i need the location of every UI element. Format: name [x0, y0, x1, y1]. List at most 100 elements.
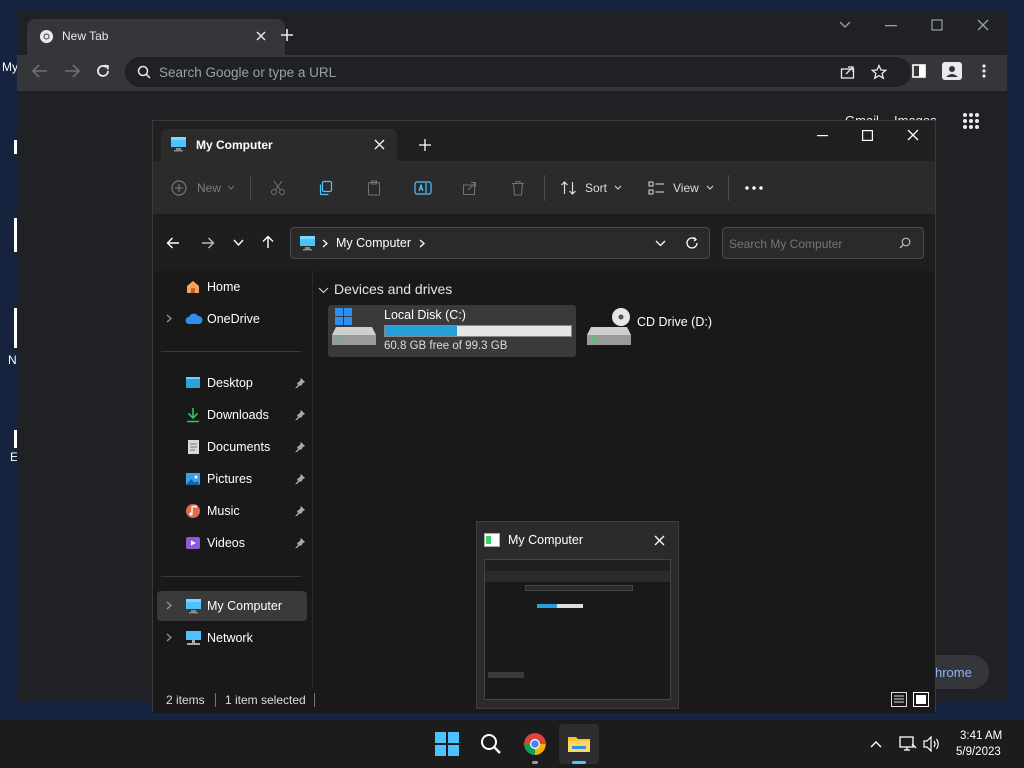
view-list-icon — [648, 181, 664, 195]
desktop-icon-label-my[interactable]: My — [2, 60, 18, 74]
sort-label: Sort — [585, 181, 608, 195]
preview-title: My Computer — [508, 533, 584, 547]
forward-icon[interactable] — [64, 64, 80, 78]
close-tab-icon[interactable] — [374, 139, 385, 150]
maximize-icon[interactable] — [862, 130, 873, 141]
cut-button[interactable] — [270, 161, 286, 215]
up-icon[interactable] — [262, 235, 274, 249]
chevron-right-icon[interactable] — [419, 239, 425, 248]
navigation-pane: Home OneDrive Desktop Downloads Document… — [153, 271, 313, 687]
search-input[interactable] — [729, 235, 889, 253]
search-box[interactable] — [722, 227, 924, 259]
network-status-icon[interactable] — [899, 736, 917, 752]
back-icon[interactable] — [166, 237, 180, 249]
minimize-icon[interactable] — [885, 25, 897, 27]
share-icon[interactable] — [840, 64, 856, 80]
start-button[interactable] — [427, 724, 467, 764]
pin-icon[interactable] — [295, 378, 305, 388]
menu-icon[interactable] — [982, 64, 986, 78]
view-button[interactable]: View — [648, 161, 714, 215]
chrome-tab[interactable]: New Tab — [27, 19, 285, 55]
minimize-icon[interactable] — [817, 135, 828, 137]
bookmark-star-icon[interactable] — [871, 64, 887, 80]
close-icon[interactable] — [907, 129, 919, 141]
taskbar-thumbnail-preview[interactable]: My Computer — [476, 521, 679, 709]
apps-grid-icon[interactable] — [963, 113, 979, 129]
section-title[interactable]: Devices and drives — [334, 281, 452, 297]
sidebar-item-pictures[interactable]: Pictures — [157, 464, 307, 494]
drive-name: CD Drive (D:) — [637, 315, 712, 329]
new-label: New — [197, 181, 222, 195]
clock-date[interactable]: 5/9/2023 — [956, 746, 1001, 758]
chrome-tab-title: New Tab — [62, 29, 109, 43]
profile-icon[interactable] — [942, 62, 962, 80]
expand-chevron-icon[interactable] — [166, 601, 172, 610]
status-separator — [314, 693, 315, 707]
details-view-icon[interactable] — [891, 692, 907, 707]
chevron-right-icon[interactable] — [322, 239, 328, 248]
chevron-down-icon[interactable] — [839, 21, 851, 29]
pin-icon[interactable] — [295, 474, 305, 484]
thumbnail-selected-row — [488, 672, 524, 678]
search-button[interactable] — [471, 724, 511, 764]
show-hidden-icons-chevron-icon[interactable] — [870, 740, 882, 748]
forward-icon[interactable] — [201, 237, 215, 249]
large-icons-view-icon[interactable] — [913, 692, 929, 707]
sidebar-item-music[interactable]: Music — [157, 496, 307, 526]
refresh-icon[interactable] — [685, 236, 699, 250]
network-icon — [185, 630, 202, 646]
chevron-down-icon — [706, 185, 714, 190]
new-tab-plus-icon[interactable] — [280, 28, 294, 42]
address-location[interactable]: My Computer — [336, 236, 411, 250]
sidebar-item-home[interactable]: Home — [157, 272, 307, 302]
thumbnail-titlebar — [485, 560, 670, 571]
share-button[interactable] — [462, 161, 478, 215]
sidebar-item-onedrive[interactable]: OneDrive — [157, 304, 307, 334]
more-icon — [745, 186, 763, 190]
drive-usage-fill — [385, 326, 458, 336]
desktop-icon-label-n[interactable]: N — [8, 353, 17, 367]
delete-button[interactable] — [510, 161, 526, 215]
explorer-tab[interactable]: My Computer — [161, 129, 397, 161]
maximize-icon[interactable] — [931, 19, 943, 31]
pin-icon[interactable] — [295, 506, 305, 516]
clipboard-icon — [368, 180, 380, 196]
copy-button[interactable] — [318, 161, 334, 215]
sidebar-item-network[interactable]: Network — [157, 623, 307, 653]
drive-item-c[interactable]: Local Disk (C:) 60.8 GB free of 99.3 GB — [328, 305, 576, 357]
pin-icon[interactable] — [295, 538, 305, 548]
close-tab-icon[interactable] — [255, 30, 267, 42]
sort-button[interactable]: Sort — [560, 161, 622, 215]
side-panel-icon[interactable] — [912, 64, 926, 78]
section-collapse-chevron-icon[interactable] — [318, 287, 329, 294]
new-button[interactable]: New — [171, 161, 235, 215]
paste-button[interactable] — [366, 161, 382, 215]
chrome-favicon-icon — [39, 29, 54, 44]
reload-icon[interactable] — [95, 63, 111, 79]
drive-item-d[interactable]: CD Drive (D:) — [583, 305, 733, 357]
address-bar[interactable]: My Computer — [290, 227, 710, 259]
expand-chevron-icon[interactable] — [166, 314, 172, 323]
close-preview-icon[interactable] — [654, 535, 665, 546]
sidebar-item-documents[interactable]: Documents — [157, 432, 307, 462]
sidebar-item-my-computer[interactable]: My Computer — [157, 591, 307, 621]
sidebar-item-videos[interactable]: Videos — [157, 528, 307, 558]
recent-locations-chevron-icon[interactable] — [233, 239, 244, 247]
volume-icon[interactable] — [923, 736, 941, 752]
pin-icon[interactable] — [295, 410, 305, 420]
sidebar-item-desktop[interactable]: Desktop — [157, 368, 307, 398]
omnibox[interactable]: Search Google or type a URL — [125, 57, 911, 87]
more-options-button[interactable] — [745, 161, 763, 215]
chrome-taskbar-button[interactable] — [515, 724, 555, 764]
file-explorer-taskbar-button[interactable] — [559, 724, 599, 764]
back-icon[interactable] — [32, 64, 48, 78]
pin-icon[interactable] — [295, 442, 305, 452]
close-icon[interactable] — [977, 19, 989, 31]
cd-drive-icon — [587, 307, 633, 347]
clock-time[interactable]: 3:41 AM — [960, 730, 1002, 742]
address-history-chevron-icon[interactable] — [655, 240, 666, 247]
rename-button[interactable] — [414, 161, 432, 215]
sidebar-item-downloads[interactable]: Downloads — [157, 400, 307, 430]
new-tab-plus-icon[interactable] — [419, 139, 431, 151]
expand-chevron-icon[interactable] — [166, 633, 172, 642]
